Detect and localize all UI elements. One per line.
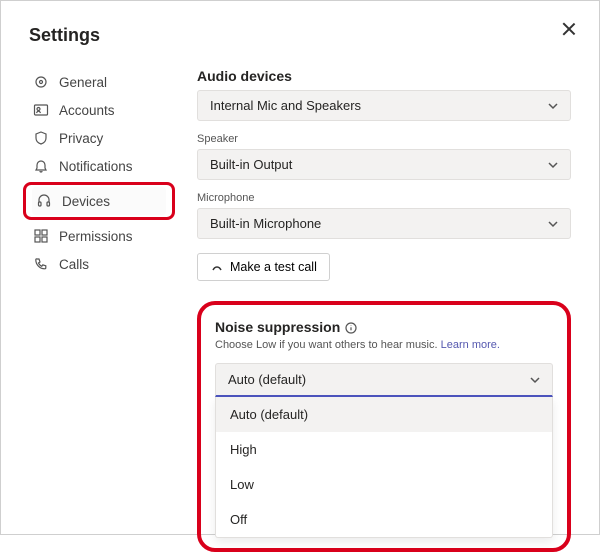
sidebar-item-general[interactable]: General <box>29 68 169 96</box>
sidebar-item-label: Calls <box>59 257 89 272</box>
noise-suppression-select[interactable]: Auto (default) <box>215 363 553 397</box>
layout: General Accounts Privacy Notifications <box>29 68 571 552</box>
audio-device-select[interactable]: Internal Mic and Speakers <box>197 90 571 121</box>
make-test-call-button[interactable]: Make a test call <box>197 253 330 281</box>
sidebar-item-accounts[interactable]: Accounts <box>29 96 169 124</box>
make-test-call-label: Make a test call <box>230 260 317 274</box>
chevron-down-icon <box>546 217 560 231</box>
microphone-label: Microphone <box>197 192 571 204</box>
audio-device-value: Internal Mic and Speakers <box>210 98 361 113</box>
sidebar-item-label: Permissions <box>59 229 133 244</box>
noise-suppression-dropdown: Auto (default) High Low Off <box>215 397 553 538</box>
noise-option-low[interactable]: Low <box>216 467 552 502</box>
gear-icon <box>33 74 49 90</box>
main-panel: Audio devices Internal Mic and Speakers … <box>197 68 571 552</box>
grid-icon <box>33 228 49 244</box>
shield-icon <box>33 130 49 146</box>
chevron-down-icon <box>546 158 560 172</box>
noise-suppression-title: Noise suppression <box>215 319 340 335</box>
devices-highlight: Devices <box>23 182 175 220</box>
microphone-value: Built-in Microphone <box>210 216 321 231</box>
headset-icon <box>36 193 52 209</box>
phone-icon <box>33 256 49 272</box>
sidebar-item-notifications[interactable]: Notifications <box>29 152 169 180</box>
close-button[interactable] <box>561 21 577 37</box>
noise-title-row: Noise suppression <box>215 319 553 335</box>
sidebar: General Accounts Privacy Notifications <box>29 68 169 552</box>
phone-arc-icon <box>210 260 224 274</box>
chevron-down-icon <box>528 373 542 387</box>
noise-suppression-value: Auto (default) <box>228 372 306 387</box>
chevron-down-icon <box>546 99 560 113</box>
noise-suppression-section: Noise suppression Choose Low if you want… <box>197 301 571 552</box>
noise-option-high[interactable]: High <box>216 432 552 467</box>
page-title: Settings <box>29 25 571 46</box>
settings-window: Settings General Accounts Privacy <box>0 0 600 535</box>
sidebar-item-label: Devices <box>62 194 110 209</box>
info-icon[interactable] <box>345 321 357 333</box>
noise-description: Choose Low if you want others to hear mu… <box>215 339 553 351</box>
id-card-icon <box>33 102 49 118</box>
microphone-select[interactable]: Built-in Microphone <box>197 208 571 239</box>
sidebar-item-devices[interactable]: Devices <box>32 187 166 215</box>
sidebar-item-privacy[interactable]: Privacy <box>29 124 169 152</box>
noise-suppression-highlight: Noise suppression Choose Low if you want… <box>197 301 571 552</box>
sidebar-item-permissions[interactable]: Permissions <box>29 222 169 250</box>
noise-option-auto[interactable]: Auto (default) <box>216 397 552 432</box>
sidebar-item-calls[interactable]: Calls <box>29 250 169 278</box>
sidebar-item-label: Accounts <box>59 103 115 118</box>
bell-icon <box>33 158 49 174</box>
speaker-select[interactable]: Built-in Output <box>197 149 571 180</box>
noise-desc-text: Choose Low if you want others to hear mu… <box>215 339 438 351</box>
speaker-value: Built-in Output <box>210 157 292 172</box>
speaker-label: Speaker <box>197 133 571 145</box>
sidebar-item-label: Notifications <box>59 159 133 174</box>
learn-more-link[interactable]: Learn more. <box>441 339 500 351</box>
sidebar-item-label: Privacy <box>59 131 103 146</box>
audio-devices-heading: Audio devices <box>197 68 571 84</box>
sidebar-item-label: General <box>59 75 107 90</box>
noise-option-off[interactable]: Off <box>216 502 552 537</box>
